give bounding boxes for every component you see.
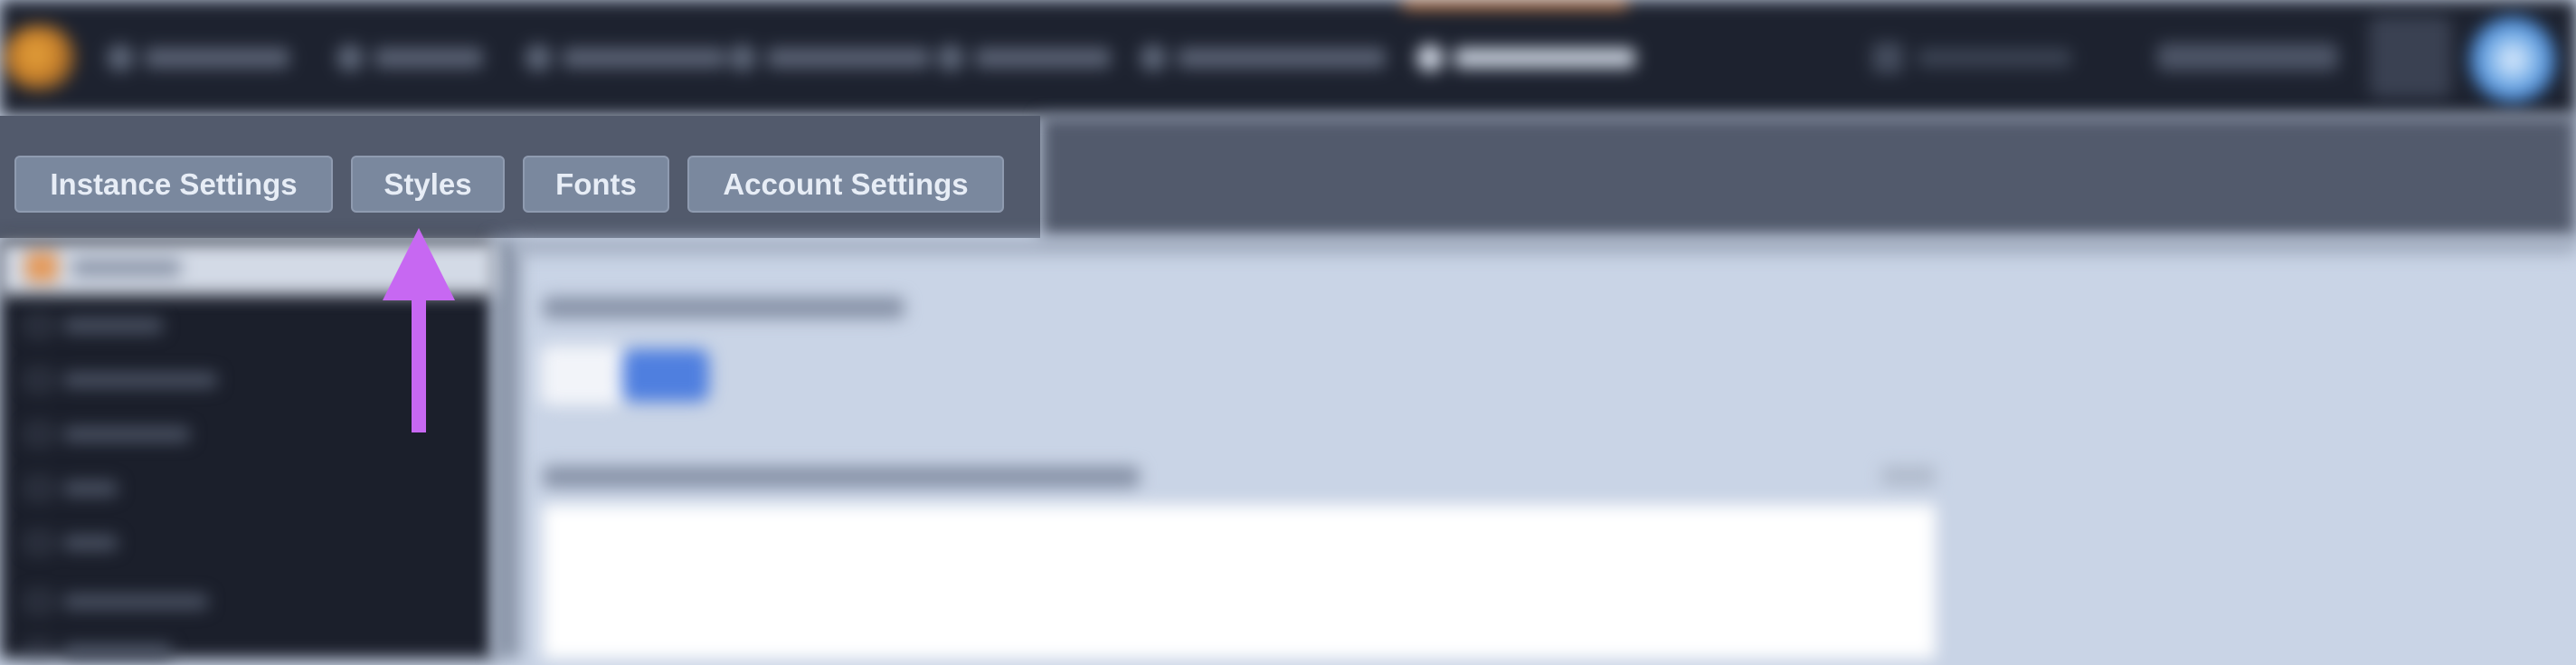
settings-icon <box>1416 44 1444 71</box>
sidebar-item[interactable] <box>27 638 172 665</box>
active-nav-indicator <box>1402 0 1628 9</box>
nav-item-label <box>145 48 289 68</box>
link-icon <box>1872 43 1903 73</box>
file-icon <box>27 424 51 444</box>
custom-css-editor[interactable] <box>543 505 1936 659</box>
sidebar-item[interactable] <box>27 475 118 502</box>
tab-instance-settings[interactable]: Instance Settings <box>14 156 333 213</box>
rooms-icon <box>729 44 756 71</box>
user-name[interactable] <box>2157 43 2338 71</box>
top-nav-bar <box>0 0 2576 116</box>
sidebar-item-label <box>63 427 190 442</box>
file-icon <box>27 316 51 336</box>
tab-account-settings[interactable]: Account Settings <box>687 156 1004 213</box>
nav-item-label <box>374 48 483 68</box>
sidebar-header-label <box>72 259 181 277</box>
toggle-option-dark[interactable] <box>622 349 709 402</box>
sidebar-item[interactable] <box>27 421 190 448</box>
nav-item-learning[interactable] <box>1140 36 1386 80</box>
subbar-background <box>1040 116 2576 238</box>
nav-item-dashboard[interactable] <box>107 36 289 80</box>
sidebar-item-label <box>63 481 118 496</box>
tab-styles[interactable]: Styles <box>351 156 505 213</box>
nav-item-rooms[interactable] <box>729 36 930 80</box>
sidebar-item[interactable] <box>27 588 208 615</box>
reports-icon <box>937 44 964 71</box>
devices-icon <box>525 44 552 71</box>
sidebar-item-label <box>63 373 217 387</box>
nav-item-users[interactable] <box>336 36 483 80</box>
sidebar-item-label <box>63 536 118 550</box>
sidebar-item[interactable] <box>27 366 217 394</box>
nav-external-link-label <box>1918 49 2071 67</box>
dashboard-icon <box>107 44 134 71</box>
nav-item-label <box>975 48 1111 68</box>
nav-item-label <box>1178 48 1386 68</box>
file-icon <box>27 592 51 612</box>
theme-toggle[interactable] <box>541 346 709 405</box>
theme-setting-label <box>543 297 904 318</box>
file-icon <box>27 479 51 499</box>
nav-external-link[interactable] <box>1872 40 2071 76</box>
avatar[interactable] <box>2469 16 2556 103</box>
sidebar-divider <box>493 238 520 659</box>
custom-css-label <box>543 466 1140 488</box>
learning-icon <box>1140 44 1167 71</box>
toggle-option-light[interactable] <box>541 346 622 405</box>
panel-top-shadow <box>516 238 2576 254</box>
sidebar-item-label <box>63 644 172 659</box>
nav-item-label <box>563 48 725 68</box>
nav-item-label <box>767 48 930 68</box>
nav-item-settings[interactable] <box>1416 36 1635 80</box>
grid-menu-button[interactable] <box>2370 16 2451 98</box>
sidebar-item-label <box>63 594 208 609</box>
sidebar-item[interactable] <box>27 529 118 556</box>
nav-item-reports[interactable] <box>937 36 1111 80</box>
file-icon <box>27 533 51 553</box>
file-icon <box>27 370 51 390</box>
sidebar-item-label <box>63 318 163 333</box>
sidebar-header[interactable] <box>0 242 496 295</box>
sidebar-item[interactable] <box>27 312 163 339</box>
tab-fonts[interactable]: Fonts <box>523 156 669 213</box>
app-logo[interactable] <box>4 25 76 90</box>
nav-item-devices[interactable] <box>525 36 725 80</box>
folder-icon <box>25 252 58 282</box>
custom-css-hint <box>1881 466 1936 486</box>
users-icon <box>336 44 364 71</box>
nav-item-label <box>1454 48 1635 68</box>
